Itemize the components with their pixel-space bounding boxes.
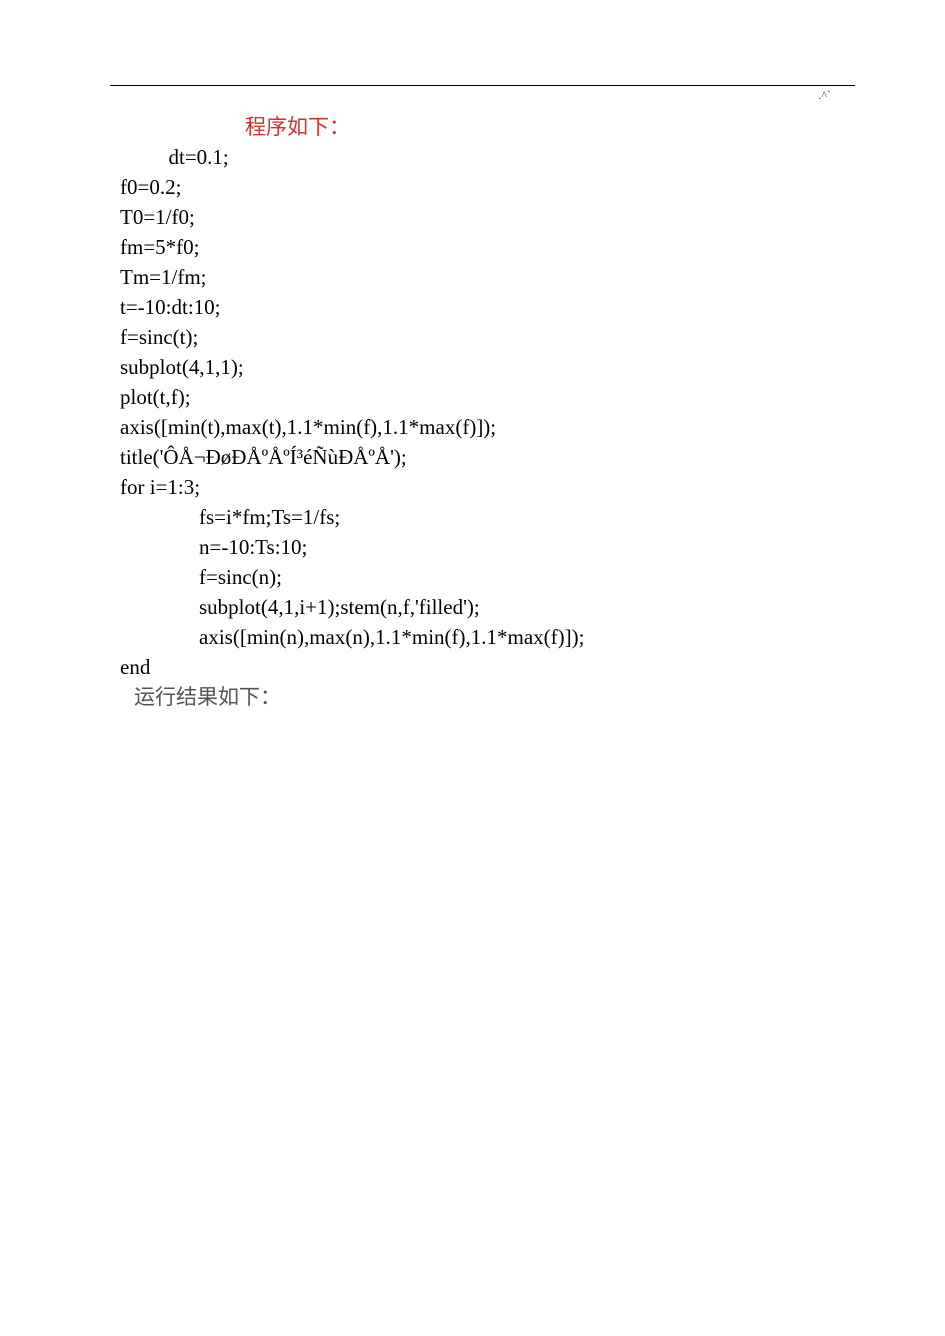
code-line: dt=0.1; — [120, 142, 855, 172]
code-line: f=sinc(t); — [120, 322, 855, 352]
code-line: subplot(4,1,i+1);stem(n,f,'filled'); — [120, 592, 855, 622]
code-line: title('ÔÅ¬ÐøÐÅºÅºÍ³éÑùÐÅºÅ'); — [120, 442, 855, 472]
document-page: .^` 程序如下： dt=0.1; f0=0.2; T0=1/f0; fm=5*… — [0, 0, 945, 1336]
code-line: axis([min(n),max(n),1.1*min(f),1.1*max(f… — [120, 622, 855, 652]
horizontal-rule — [110, 85, 855, 86]
code-line: n=-10:Ts:10; — [120, 532, 855, 562]
code-line: f0=0.2; — [120, 172, 855, 202]
code-line: f=sinc(n); — [120, 562, 855, 592]
code-line: for i=1:3; — [120, 472, 855, 502]
code-line: t=-10:dt:10; — [120, 292, 855, 322]
code-line: fm=5*f0; — [120, 232, 855, 262]
result-text: 运行结果如下： — [120, 682, 855, 712]
code-line: fs=i*fm;Ts=1/fs; — [120, 502, 855, 532]
code-content: 程序如下： dt=0.1; f0=0.2; T0=1/f0; fm=5*f0; … — [110, 112, 855, 712]
code-line: end — [120, 652, 855, 682]
header-text: 程序如下： — [120, 112, 855, 142]
code-line: plot(t,f); — [120, 382, 855, 412]
code-line: subplot(4,1,1); — [120, 352, 855, 382]
page-marker: .^` — [818, 88, 831, 103]
code-line: T0=1/f0; — [120, 202, 855, 232]
code-line: Tm=1/fm; — [120, 262, 855, 292]
code-line: axis([min(t),max(t),1.1*min(f),1.1*max(f… — [120, 412, 855, 442]
